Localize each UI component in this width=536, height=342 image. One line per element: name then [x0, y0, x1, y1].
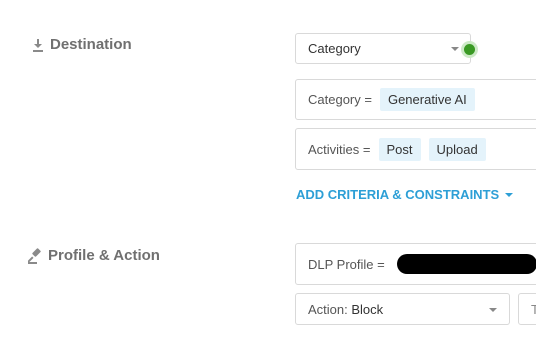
gavel-icon [28, 247, 44, 264]
caret-down-icon [505, 192, 514, 197]
status-indicator-dot [464, 44, 475, 55]
criteria-value-pill[interactable]: Generative AI [379, 88, 475, 111]
truncated-field[interactable]: T [518, 293, 536, 325]
dlp-profile-row[interactable]: DLP Profile = [295, 243, 536, 285]
dlp-profile-label: DLP Profile = [308, 256, 385, 272]
criteria-value-pill[interactable]: Post [378, 137, 421, 161]
chevron-down-icon [489, 308, 497, 312]
criteria-row-category[interactable]: Category = Generative AI [295, 79, 536, 120]
chevron-down-icon [451, 47, 459, 51]
destination-type-select[interactable]: Category [295, 33, 471, 64]
destination-label-text: Destination [50, 36, 132, 53]
profile-action-label-text: Profile & Action [48, 247, 160, 264]
truncated-field-text: T [531, 301, 536, 317]
redacted-profile-value [396, 254, 536, 274]
download-icon [30, 37, 46, 53]
action-select[interactable]: Action: Block [295, 293, 510, 325]
criteria-label: Activities = [308, 141, 371, 157]
destination-section-label: Destination [30, 36, 132, 53]
action-value: Block [351, 301, 384, 317]
criteria-value-pill[interactable]: Upload [428, 137, 486, 161]
destination-type-value: Category [308, 41, 361, 56]
add-criteria-link[interactable]: ADD CRITERIA & CONSTRAINTS [296, 187, 514, 202]
criteria-label: Category = [308, 92, 372, 107]
criteria-row-activities[interactable]: Activities = Post Upload [295, 128, 536, 170]
action-prefix: Action: [308, 301, 352, 317]
add-criteria-label: ADD CRITERIA & CONSTRAINTS [296, 187, 500, 202]
profile-action-section-label: Profile & Action [28, 247, 160, 264]
